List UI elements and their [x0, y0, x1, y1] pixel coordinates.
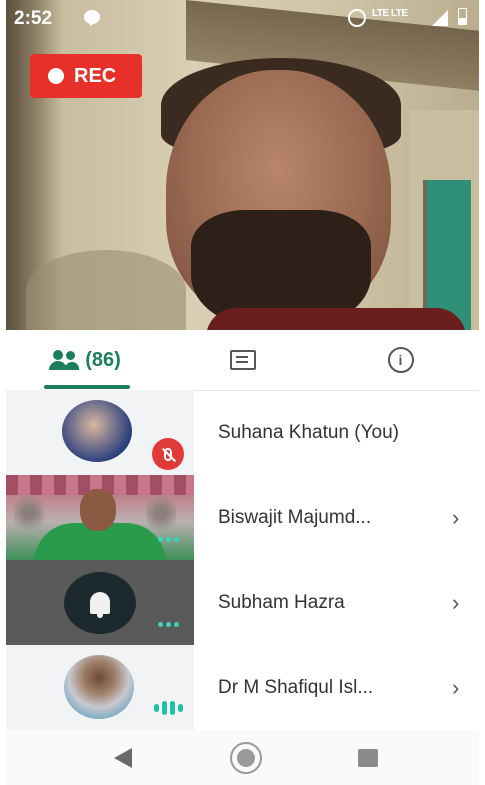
- people-count: (86): [85, 348, 121, 371]
- recording-badge: REC: [30, 54, 142, 98]
- participant-row[interactable]: Biswajit Majumd... ›: [6, 475, 479, 560]
- participant-tile: [6, 560, 194, 645]
- status-time: 2:52: [14, 8, 53, 29]
- chevron-right-icon[interactable]: ›: [452, 475, 459, 560]
- participant-row-self[interactable]: Suhana Khatun (You): [6, 390, 479, 475]
- participant-video-tile: [6, 475, 194, 560]
- meeting-screen: 2:52 LTE LTE REC (86) i Suhana Khatun (Y…: [6, 0, 479, 785]
- info-icon: i: [387, 347, 414, 373]
- people-icon: [49, 350, 80, 370]
- avatar: [64, 655, 134, 719]
- navigation-bar: [6, 730, 479, 785]
- lte-indicator: LTE LTE: [372, 8, 408, 19]
- background-shadow: [26, 250, 186, 330]
- participant-tile: [6, 645, 194, 730]
- tab-bar: (86) i: [6, 330, 479, 391]
- recents-icon[interactable]: [358, 749, 378, 767]
- participant-name: Subham Hazra: [218, 591, 345, 613]
- record-dot-icon: [48, 68, 64, 84]
- speaker-shirt: [206, 308, 466, 330]
- more-dots-icon: [158, 622, 179, 627]
- alarm-icon: [348, 9, 366, 27]
- participant-name: Dr M Shafiqul Isl...: [218, 676, 374, 698]
- active-tab-indicator: [44, 385, 130, 389]
- tab-people[interactable]: (86): [6, 330, 164, 390]
- mic-off-badge: [152, 438, 184, 470]
- recording-label: REC: [74, 64, 117, 87]
- chevron-right-icon[interactable]: ›: [452, 645, 459, 730]
- more-dots-icon: [158, 537, 179, 542]
- background-pattern: [146, 491, 176, 535]
- background-pattern: [14, 491, 44, 535]
- participant-tile: [6, 390, 194, 475]
- tab-info[interactable]: i: [322, 330, 479, 390]
- main-video-feed[interactable]: 2:52 LTE LTE REC: [6, 0, 479, 330]
- signal-icon: [432, 10, 448, 26]
- speaking-indicator-icon: [154, 701, 183, 715]
- avatar: [64, 572, 136, 634]
- tab-chat[interactable]: [164, 330, 322, 390]
- participant-list: Suhana Khatun (You) Biswajit Majumd... ›: [6, 390, 479, 730]
- status-bar: 2:52 LTE LTE: [6, 0, 479, 36]
- participant-face: [80, 489, 116, 531]
- mic-off-icon: [164, 447, 172, 461]
- message-notification-icon: [84, 10, 100, 26]
- bell-icon: [90, 592, 110, 618]
- participant-row[interactable]: Subham Hazra ›: [6, 560, 479, 645]
- avatar: [62, 400, 132, 462]
- chat-icon: [230, 350, 256, 370]
- back-icon[interactable]: [114, 748, 132, 768]
- participant-row[interactable]: Dr M Shafiqul Isl... ›: [6, 645, 479, 730]
- participant-name: Biswajit Majumd...: [218, 506, 372, 528]
- participant-name: Suhana Khatun (You): [218, 421, 400, 443]
- battery-icon: [458, 8, 467, 25]
- home-icon[interactable]: [230, 742, 262, 774]
- chevron-right-icon[interactable]: ›: [452, 560, 459, 645]
